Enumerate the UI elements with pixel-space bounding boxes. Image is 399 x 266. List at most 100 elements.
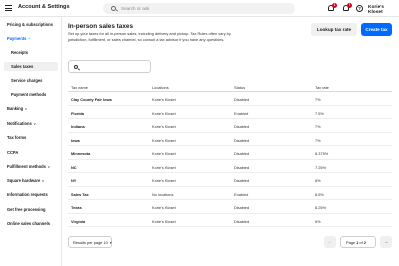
sidebar-item-payments[interactable]: Payments ^ — [7, 36, 30, 41]
alerts-badge: ! — [347, 2, 352, 8]
tax-status: Disabled — [234, 218, 250, 224]
table-row[interactable]: Indiana Korie's Kloset Disabled 7% — [68, 120, 392, 133]
tax-status: Disabled — [234, 164, 250, 170]
column-header-tax-rate[interactable]: Tax rate — [315, 85, 329, 90]
page-title: In-person sales taxes — [68, 23, 134, 30]
page-select[interactable]: Page 1 of 2 — [340, 236, 376, 248]
table-header: Tax name Locations Status Tax rate — [68, 84, 392, 92]
tax-rate: 7% — [315, 137, 321, 143]
tax-status: Disabled — [234, 178, 250, 183]
tax-name: Florida — [71, 110, 84, 116]
tax-status: Disabled — [234, 124, 250, 129]
tax-name: NY — [71, 178, 77, 183]
tax-rate: 7.5% — [315, 110, 324, 116]
chevron-down-icon: v — [47, 165, 50, 169]
sidebar-item-sales-taxes[interactable]: Sales taxes — [11, 64, 33, 69]
menu-icon[interactable] — [5, 5, 12, 11]
chevron-down-icon: v — [25, 107, 27, 111]
alerts-icon[interactable]: ! — [341, 2, 352, 13]
tax-status: Enabled — [234, 110, 249, 116]
tax-name: Indiana — [71, 124, 85, 129]
table-row[interactable]: NC Korie's Kloset Disabled 7.25% — [68, 161, 392, 173]
table-row[interactable]: Clay County Fair Iowa Korie's Kloset Dis… — [68, 93, 392, 106]
sidebar-item-banking[interactable]: Banking v — [7, 106, 27, 111]
tax-location: No locations — [152, 191, 174, 197]
notification-badge: 1 — [332, 2, 337, 8]
table-row[interactable]: Texas Korie's Kloset Disabled 8.25% — [68, 201, 392, 214]
tax-status: Disabled — [234, 205, 250, 210]
tax-name: Virginia — [71, 218, 86, 224]
search-placeholder: Search or ask — [121, 6, 150, 11]
sidebar-item-payment-methods[interactable]: Payment methods — [11, 92, 46, 97]
table-row[interactable]: Minnesota Korie's Kloset Disabled 8.375% — [68, 147, 392, 160]
tax-rate: 8.5% — [315, 191, 324, 197]
page-description: Set up your taxes for all in-person sale… — [68, 31, 231, 42]
tax-rate: 8.375% — [315, 151, 329, 156]
tax-location: Korie's Kloset — [152, 178, 176, 183]
next-page-button[interactable]: → — [380, 236, 392, 248]
chevron-down-icon: ▾ — [109, 241, 112, 245]
tax-location: Korie's Kloset — [152, 205, 176, 210]
column-header-tax-name[interactable]: Tax name — [71, 85, 88, 90]
sidebar-item-tax-forms[interactable]: Tax forms — [7, 135, 26, 140]
column-header-status[interactable]: Status — [234, 85, 245, 90]
tax-name: Clay County Fair Iowa — [71, 97, 112, 102]
tax-status: Enabled — [234, 191, 249, 197]
notifications-icon[interactable]: 1 — [326, 2, 337, 13]
tax-name: Minnesota — [71, 151, 91, 156]
tax-name: NC — [71, 164, 77, 170]
main-content: In-person sales taxes Set up your taxes … — [62, 17, 399, 266]
tax-location: Korie's Kloset — [152, 151, 176, 156]
chevron-up-icon: ^ — [28, 37, 31, 41]
tax-location: Korie's Kloset — [152, 124, 176, 129]
tax-location: Korie's Kloset — [152, 110, 176, 116]
app-title: Account & Settings — [18, 4, 70, 10]
tax-location: Korie's Kloset — [152, 164, 176, 170]
sidebar-item-ccpa[interactable]: CCPA — [7, 150, 18, 155]
tax-rate: 8% — [315, 178, 321, 183]
sidebar-item-fulfillment-methods[interactable]: Fulfillment methods v — [7, 164, 50, 169]
tax-location: Korie's Kloset — [152, 218, 176, 224]
sidebar-item-information-requests[interactable]: Information requests — [7, 192, 48, 197]
tax-name: Sales Tax — [71, 191, 89, 197]
tax-name: Texas — [71, 205, 82, 210]
chevron-down-icon: v — [42, 179, 45, 183]
tax-location: Korie's Kloset — [152, 137, 176, 143]
sidebar-item-online-sales-channels[interactable]: Online sales channels — [7, 221, 50, 226]
table-row[interactable]: Iowa Korie's Kloset Disabled 7% — [68, 134, 392, 146]
lookup-tax-rate-button[interactable]: Lookup tax rate — [311, 23, 357, 36]
sidebar-item-receipts[interactable]: Receipts — [11, 50, 28, 55]
table-row[interactable]: NY Korie's Kloset Disabled 8% — [68, 174, 392, 187]
tax-status: Disabled — [234, 97, 250, 102]
tax-rate: 8.25% — [315, 205, 327, 210]
table-row[interactable]: Virginia Korie's Kloset Disabled 6% — [68, 215, 392, 227]
chevron-down-icon: v — [33, 122, 36, 126]
tax-name: Iowa — [71, 137, 80, 143]
tax-status: Disabled — [234, 151, 250, 156]
tax-location: Korie's Kloset — [152, 97, 176, 102]
help-icon[interactable]: ? — [355, 4, 364, 13]
sidebar-item-service-charges[interactable]: Service charges — [11, 78, 42, 83]
table-row[interactable]: Sales Tax No locations Enabled 8.5% — [68, 188, 392, 200]
create-tax-button[interactable]: Create tax — [361, 23, 392, 36]
results-per-page-select[interactable]: Results per page 10 ▾ — [68, 236, 112, 248]
column-header-locations[interactable]: Locations — [152, 85, 169, 90]
account-name[interactable]: Korie's Kloset — [368, 5, 399, 15]
tax-rate: 7% — [315, 97, 321, 102]
table-row[interactable]: Florida Korie's Kloset Enabled 7.5% — [68, 107, 392, 119]
tax-search-input[interactable] — [68, 60, 151, 73]
tax-rate: 6% — [315, 218, 321, 224]
sidebar-item-pricing[interactable]: Pricing & subscriptions — [7, 22, 53, 27]
sidebar-item-notifications[interactable]: Notifications v — [7, 121, 36, 126]
search-icon — [74, 64, 78, 69]
tax-rate: 7% — [315, 124, 321, 129]
global-search[interactable]: Search or ask — [103, 3, 295, 14]
search-icon — [111, 5, 116, 11]
tax-status: Disabled — [234, 137, 250, 143]
sidebar-item-square-hardware[interactable]: Square hardware v — [7, 178, 44, 183]
tax-rate: 7.25% — [315, 164, 327, 170]
previous-page-button[interactable]: ← — [324, 236, 336, 248]
top-bar: Account & Settings Search or ask 1 ! ? K… — [0, 0, 399, 17]
sidebar-item-free-processing[interactable]: Get free processing — [7, 207, 45, 212]
sidebar: Pricing & subscriptions Payments ^ Receip… — [0, 17, 62, 266]
